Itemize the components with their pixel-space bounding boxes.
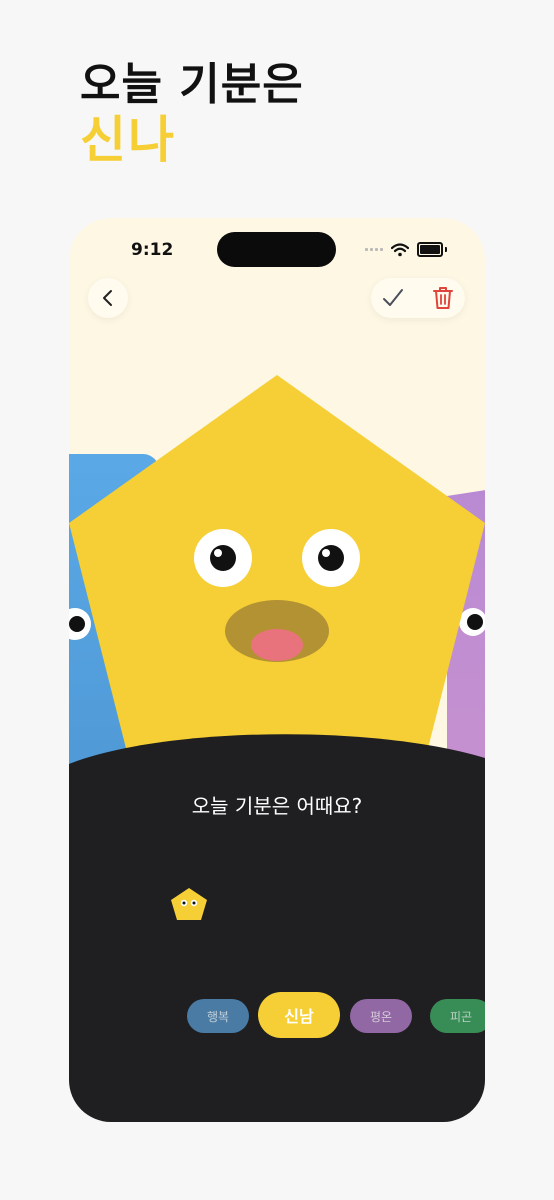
mood-chip-calm[interactable]: 평온 (350, 999, 412, 1033)
mood-chip-excited[interactable]: 신남 (258, 992, 340, 1038)
dynamic-island (217, 232, 336, 267)
confirm-button[interactable] (379, 284, 407, 312)
delete-button[interactable] (429, 284, 457, 312)
battery-icon (417, 242, 443, 257)
wifi-icon (391, 242, 409, 256)
signal-icon (365, 248, 383, 251)
mood-chip-happy[interactable]: 행복 (187, 999, 249, 1033)
trash-icon (433, 287, 453, 309)
chevron-left-icon (103, 290, 112, 306)
mood-character-pentagon (69, 375, 485, 780)
header-actions (371, 278, 465, 318)
status-icons (365, 242, 447, 257)
promo-mood-word: 신나 (80, 111, 176, 169)
phone-screen: 9:12 오늘 기분은 어때요? 행복 신남 평온 피곤 (69, 218, 485, 1122)
status-time: 9:12 (131, 240, 174, 260)
mood-selector: 행복 신남 평온 피곤 (69, 992, 485, 1042)
mood-chip-tired[interactable]: 피곤 (430, 999, 485, 1033)
mini-mood-character (171, 888, 207, 920)
mood-scene (69, 375, 485, 1122)
character-tongue (251, 629, 303, 661)
back-button[interactable] (88, 278, 128, 318)
check-icon (383, 289, 403, 306)
mood-question: 오늘 기분은 어때요? (191, 794, 363, 818)
